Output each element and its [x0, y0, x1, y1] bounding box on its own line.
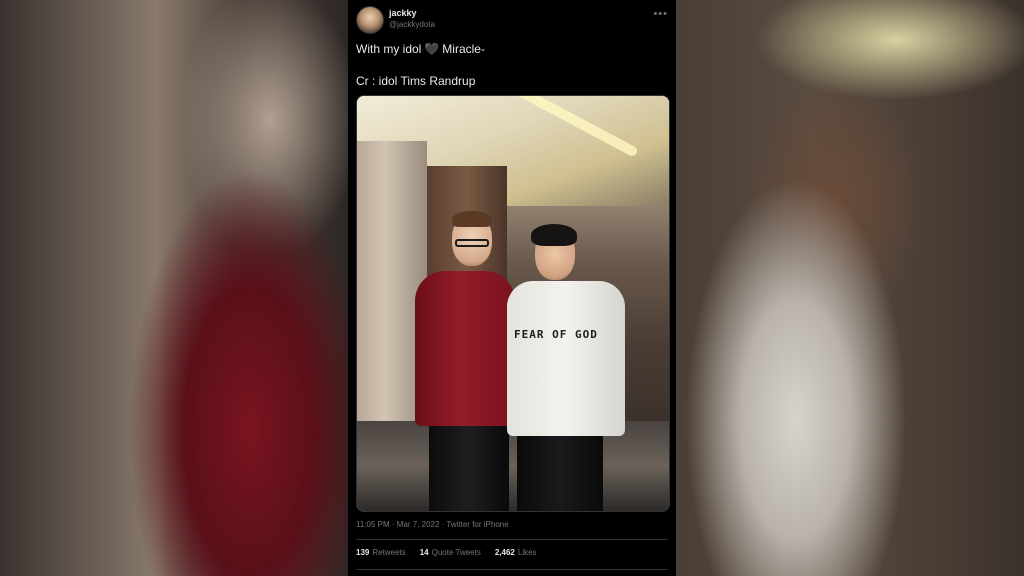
person-right-tshirt	[507, 281, 625, 436]
tweet-text-line-1: With my idol 🖤 Miracle-	[356, 42, 485, 56]
likes-label: Likes	[517, 548, 537, 557]
divider	[356, 539, 668, 540]
retweets-count: 139	[356, 548, 370, 557]
user-handle[interactable]: @jackkydota	[389, 20, 435, 29]
retweets-stat[interactable]: 139 Retweets	[356, 548, 406, 557]
person-left-legs	[429, 424, 509, 511]
likes-stat[interactable]: 2,462 Likes	[495, 548, 537, 557]
person-right-hair	[531, 224, 577, 246]
more-options-icon[interactable]: •••	[653, 8, 668, 20]
likes-count: 2,462	[494, 548, 515, 557]
tweet-card: jackky @jackkydota ••• With my idol 🖤 Mira…	[348, 0, 676, 576]
person-left-hoodie	[415, 271, 515, 426]
shirt-print-text: FEAR OF GOD	[514, 328, 598, 341]
tweet-text-line-2: Cr : idol Tims Randrup	[356, 74, 476, 88]
tweet-text-before: With my idol	[356, 42, 422, 56]
blurred-background-right	[676, 0, 1024, 576]
divider	[356, 569, 668, 570]
black-heart-icon: 🖤	[424, 42, 440, 56]
quote-tweets-stat[interactable]: 14 Quote Tweets	[420, 548, 481, 557]
avatar[interactable]	[356, 6, 384, 34]
tweet-header: jackky @jackkydota •••	[356, 6, 668, 34]
tweet-timestamp[interactable]: 11:05 PM · Mar 7, 2022 · Twitter for iPh…	[356, 520, 509, 529]
person-left-hair	[452, 211, 492, 227]
tweet-stats: 139 Retweets 14 Quote Tweets 2,462 Likes	[356, 548, 537, 557]
person-left-glasses	[455, 239, 489, 247]
quote-tweets-count: 14	[419, 548, 429, 557]
user-name[interactable]: jackky	[389, 8, 417, 18]
person-right-legs	[517, 434, 603, 511]
quote-tweets-label: Quote Tweets	[431, 548, 481, 557]
tweet-photo[interactable]: FEAR OF GOD	[356, 95, 670, 512]
tweet-text-after: Miracle-	[442, 42, 485, 56]
retweets-label: Retweets	[372, 548, 406, 557]
blurred-background-left	[0, 0, 348, 576]
